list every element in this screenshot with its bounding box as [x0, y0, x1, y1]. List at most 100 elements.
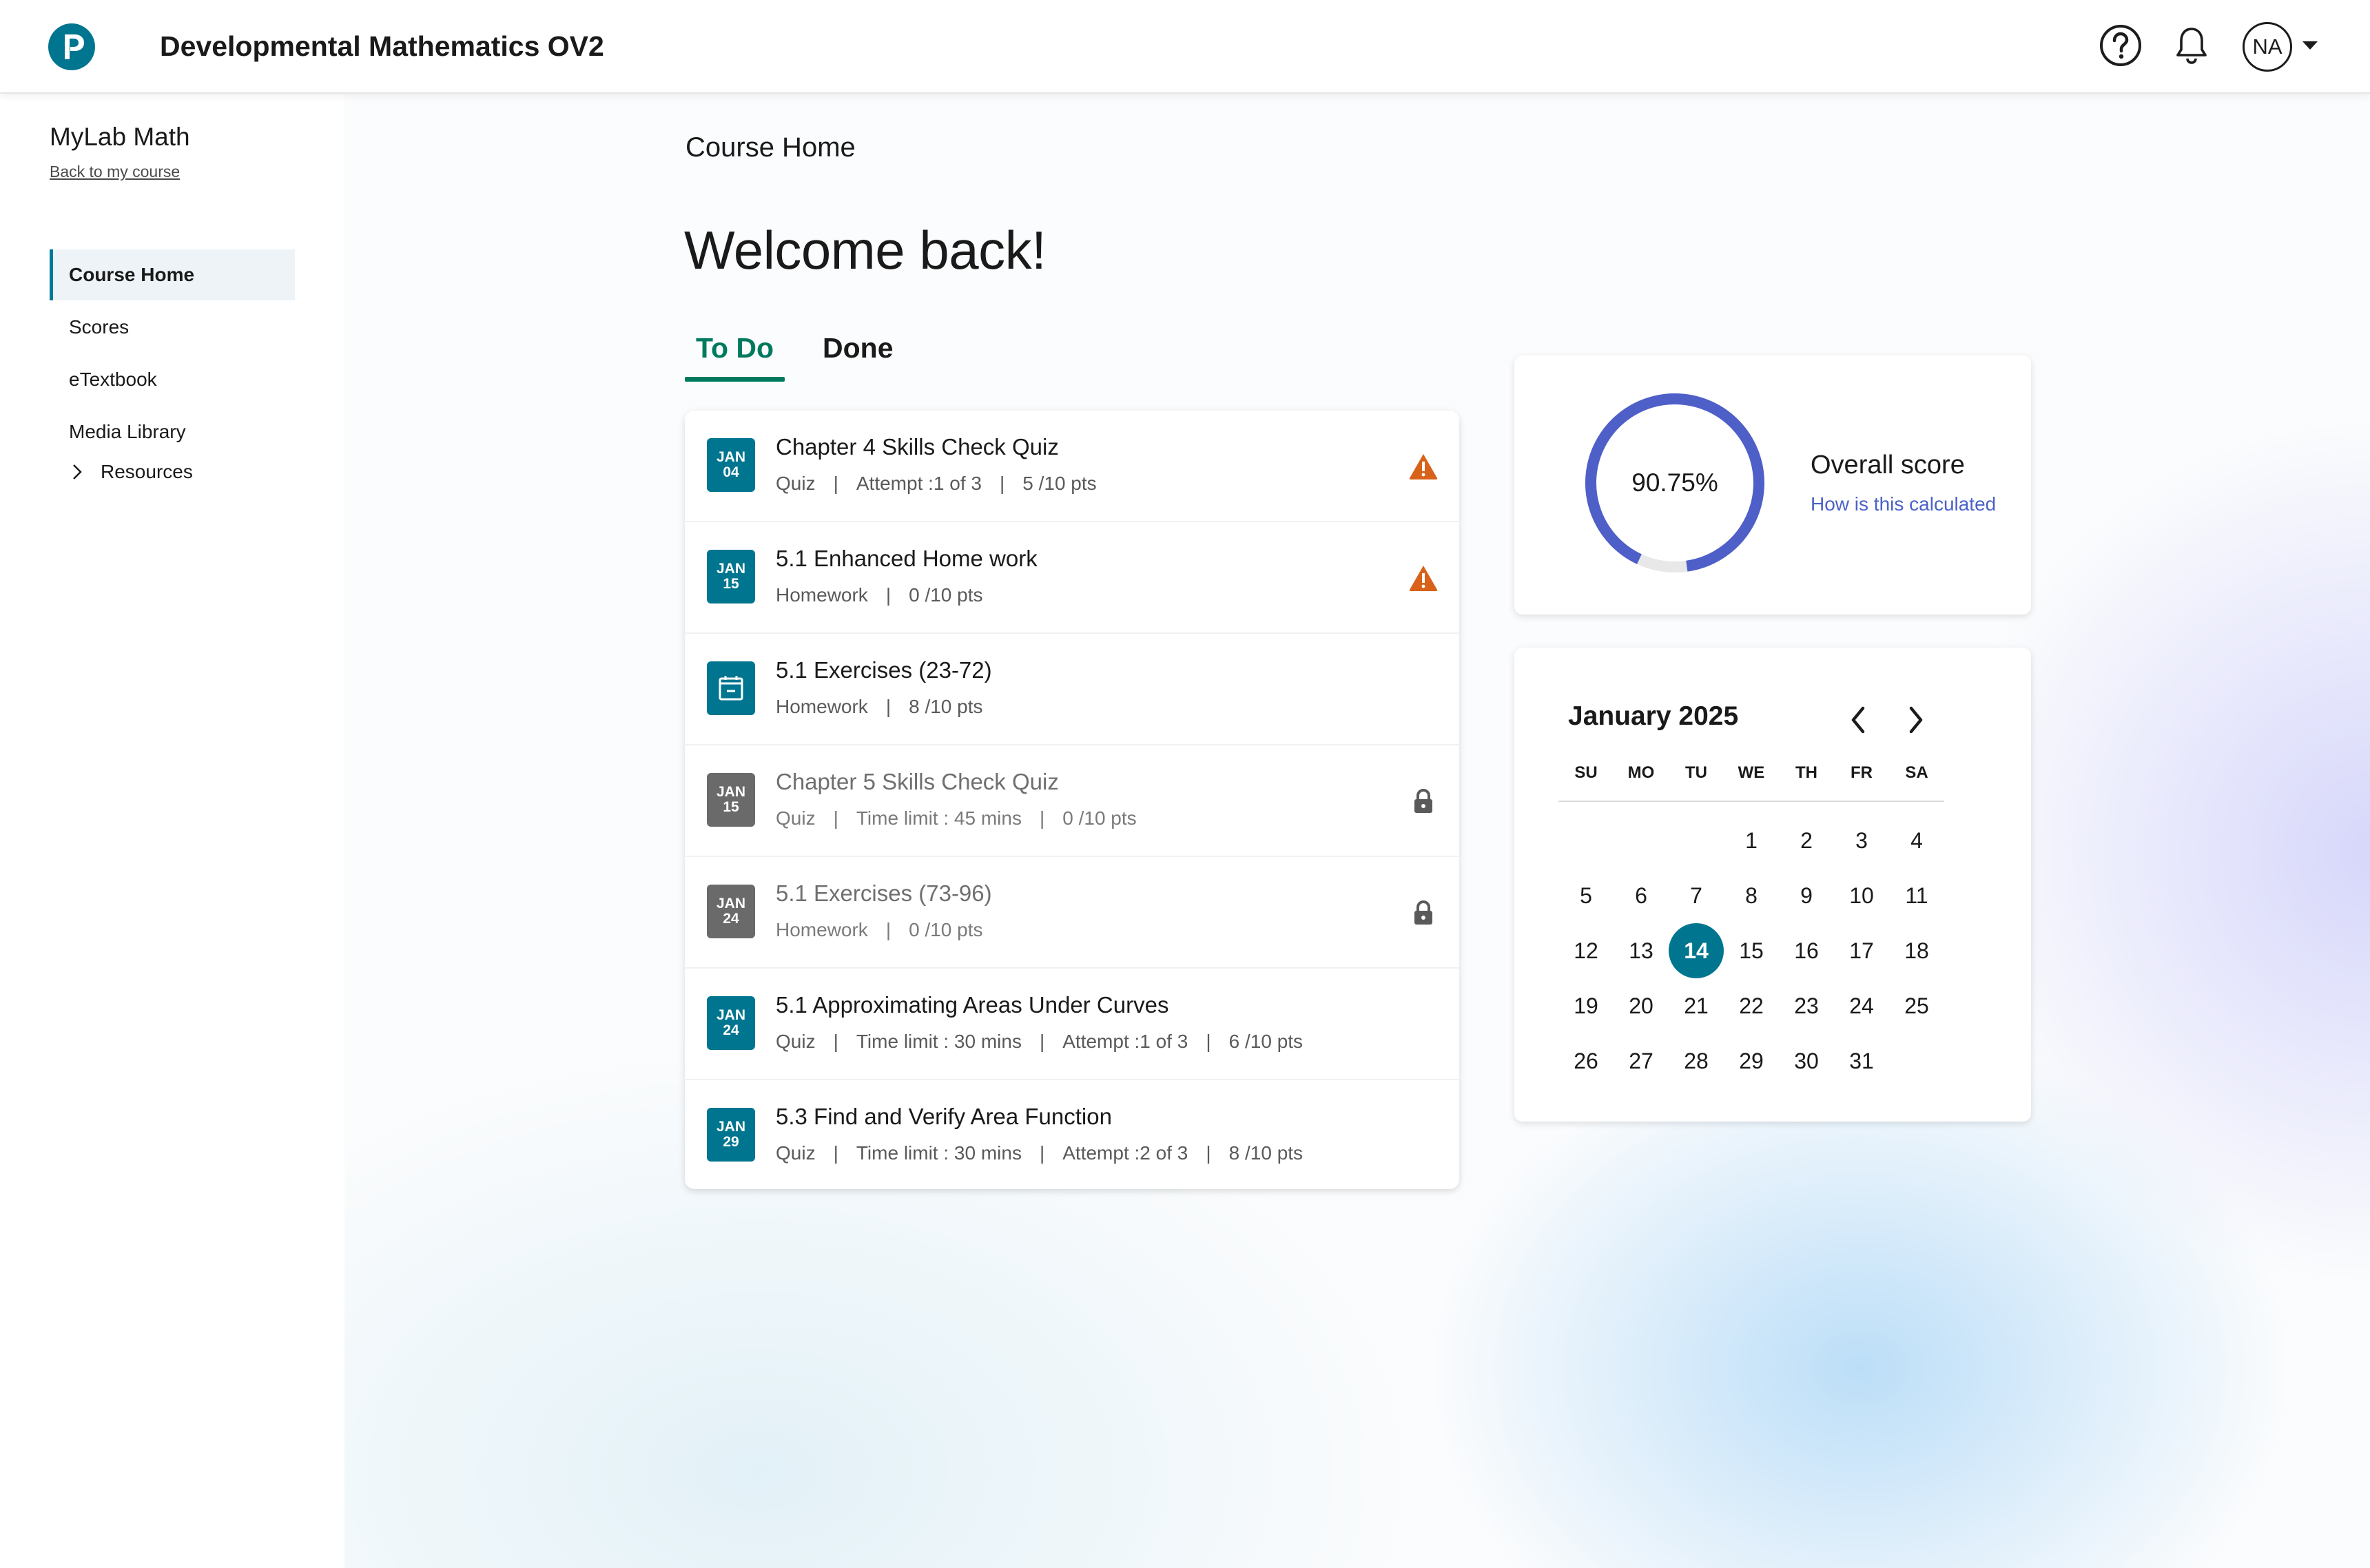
calendar-week: 19 20 21 22 23 24 25 [1558, 978, 1944, 1033]
calendar-day-number: 4 [1910, 827, 1923, 853]
sidebar-item-course-home[interactable]: Course Home [50, 249, 295, 300]
calendar-day-number: 1 [1745, 827, 1758, 853]
task-type: Quiz [776, 1031, 816, 1052]
task-item[interactable]: JAN 15 5.1 Enhanced Home work Homework | 0… [685, 522, 1459, 634]
calendar-day[interactable]: 6 [1614, 868, 1669, 923]
calendar-day[interactable]: 11 [1889, 868, 1944, 923]
calendar-day-number: 30 [1794, 1048, 1819, 1073]
calendar-day[interactable]: 21 [1669, 978, 1724, 1033]
task-title[interactable]: 5.3 Find and Verify Area Function [776, 1104, 1112, 1130]
task-type: Quiz [776, 807, 816, 829]
task-type: Homework [776, 584, 868, 606]
chevron-right-icon[interactable] [1902, 703, 1929, 737]
score-value: 90.75% [1631, 468, 1718, 497]
calendar-day-number: 19 [1574, 993, 1598, 1018]
calendar-day[interactable]: 10 [1834, 868, 1889, 923]
calendar-day[interactable]: 30 [1779, 1033, 1834, 1089]
due-date-badge: JAN 24 [707, 885, 755, 938]
calendar-day[interactable]: 28 [1669, 1033, 1724, 1089]
calendar-day-number: 7 [1690, 883, 1702, 908]
calendar-day[interactable]: 8 [1724, 868, 1779, 923]
calendar-day-number: 11 [1905, 883, 1928, 908]
calendar-day[interactable]: 25 [1889, 978, 1944, 1033]
calendar-day-today[interactable]: 14 [1669, 923, 1724, 978]
task-points: 0 /10 pts [909, 919, 983, 940]
calendar-day[interactable]: 12 [1558, 923, 1614, 978]
chevron-down-icon[interactable] [2302, 40, 2318, 51]
task-meta: Quiz | Time limit : 30 mins | Attempt :2 of … [776, 1142, 1304, 1164]
calendar-day[interactable]: 27 [1614, 1033, 1669, 1089]
weekday-label: FR [1851, 763, 1873, 782]
calendar-day[interactable]: 2 [1779, 813, 1834, 868]
lock-icon [1414, 788, 1432, 813]
calendar-day-number: 2 [1800, 827, 1813, 853]
sidebar-item-scores[interactable]: Scores [50, 302, 295, 353]
task-title[interactable]: 5.1 Exercises (73-96) [776, 880, 992, 907]
how-calculated-link[interactable]: How is this calculated [1811, 493, 1996, 515]
task-title[interactable]: 5.1 Exercises (23-72) [776, 657, 992, 683]
calendar-day[interactable]: 31 [1834, 1033, 1889, 1089]
calendar-day[interactable]: 3 [1834, 813, 1889, 868]
task-item[interactable]: JAN 24 5.1 Exercises (73-96) Homework | 0 … [685, 857, 1459, 969]
task-title[interactable]: 5.1 Approximating Areas Under Curves [776, 992, 1168, 1018]
calendar-day-number: 18 [1904, 938, 1929, 963]
calendar-day[interactable]: 9 [1779, 868, 1834, 923]
calendar-day[interactable]: 20 [1614, 978, 1669, 1033]
sidebar-item-media-library[interactable]: Media Library [50, 406, 295, 457]
task-item[interactable]: 5.1 Exercises (23-72) Homework | 8 /10 pts [685, 634, 1459, 745]
calendar-day[interactable]: 13 [1614, 923, 1669, 978]
sidebar: MyLab Math Back to my course Course Home… [0, 94, 344, 1568]
task-item[interactable]: JAN 24 5.1 Approximating Areas Under Cur… [685, 969, 1459, 1080]
calendar-day[interactable]: 15 [1724, 923, 1779, 978]
calendar-day[interactable]: 4 [1889, 813, 1944, 868]
calendar-day-number: 3 [1855, 827, 1868, 853]
avatar[interactable]: NA [2243, 22, 2292, 72]
task-item[interactable]: JAN 29 5.3 Find and Verify Area Function… [685, 1080, 1459, 1192]
calendar-day[interactable]: 22 [1724, 978, 1779, 1033]
calendar-day[interactable]: 7 [1669, 868, 1724, 923]
calendar-day[interactable]: 18 [1889, 923, 1944, 978]
calendar-day[interactable]: 5 [1558, 868, 1614, 923]
calendar-day[interactable]: 1 [1724, 813, 1779, 868]
course-title: Developmental Mathematics OV2 [160, 30, 604, 62]
back-to-course-link[interactable]: Back to my course [50, 163, 180, 181]
calendar-day[interactable]: 29 [1724, 1033, 1779, 1089]
calendar-week: 1 2 3 4 [1558, 813, 1944, 868]
task-meta: Quiz | Time limit : 30 mins | Attempt :1 of … [776, 1031, 1304, 1052]
weekday-label: TU [1685, 763, 1707, 782]
calendar-day-number: 10 [1849, 883, 1874, 908]
task-item[interactable]: JAN 04 Chapter 4 Skills Check Quiz Quiz |… [685, 411, 1459, 522]
task-title[interactable]: Chapter 5 Skills Check Quiz [776, 769, 1059, 795]
pearson-logo[interactable] [48, 22, 95, 72]
task-title[interactable]: 5.1 Enhanced Home work [776, 546, 1038, 572]
sidebar-item-resources[interactable]: Resources [70, 455, 193, 489]
calendar-weekday-header: SU MO TU WE TH FR SA [1558, 763, 1944, 802]
task-meta: Homework | 0 /10 pts [776, 584, 983, 606]
calendar-day[interactable]: 26 [1558, 1033, 1614, 1089]
task-time-limit: Time limit : 30 mins [856, 1031, 1022, 1052]
due-month: JAN [716, 561, 745, 577]
weekday-label: SA [1905, 763, 1928, 782]
weekday-label: WE [1738, 763, 1765, 782]
due-date-badge: JAN 29 [707, 1108, 755, 1162]
calendar-day[interactable]: 24 [1834, 978, 1889, 1033]
tab-done[interactable]: Done [823, 332, 894, 380]
tab-to-do[interactable]: To Do [685, 332, 785, 382]
bell-icon[interactable] [2168, 22, 2215, 69]
calendar-card: January 2025 SU MO TU WE TH FR SA 1 2 3 4 5 6 7 8 9 10 1… [1514, 648, 2031, 1122]
chevron-left-icon[interactable] [1845, 703, 1873, 737]
task-meta: Quiz | Attempt :1 of 3 | 5 /10 pts [776, 473, 1097, 494]
task-item[interactable]: JAN 15 Chapter 5 Skills Check Quiz Quiz |… [685, 745, 1459, 857]
calendar-day-number: 5 [1580, 883, 1592, 908]
task-title[interactable]: Chapter 4 Skills Check Quiz [776, 434, 1059, 460]
due-day: 24 [723, 911, 739, 927]
task-type: Homework [776, 919, 868, 940]
calendar-day[interactable]: 19 [1558, 978, 1614, 1033]
task-type: Quiz [776, 473, 816, 494]
calendar-day[interactable]: 16 [1779, 923, 1834, 978]
calendar-day[interactable]: 17 [1834, 923, 1889, 978]
help-icon[interactable] [2097, 22, 2144, 69]
task-points: 0 /10 pts [1062, 807, 1137, 829]
calendar-day[interactable]: 23 [1779, 978, 1834, 1033]
sidebar-item-etextbook[interactable]: eTextbook [50, 354, 295, 405]
